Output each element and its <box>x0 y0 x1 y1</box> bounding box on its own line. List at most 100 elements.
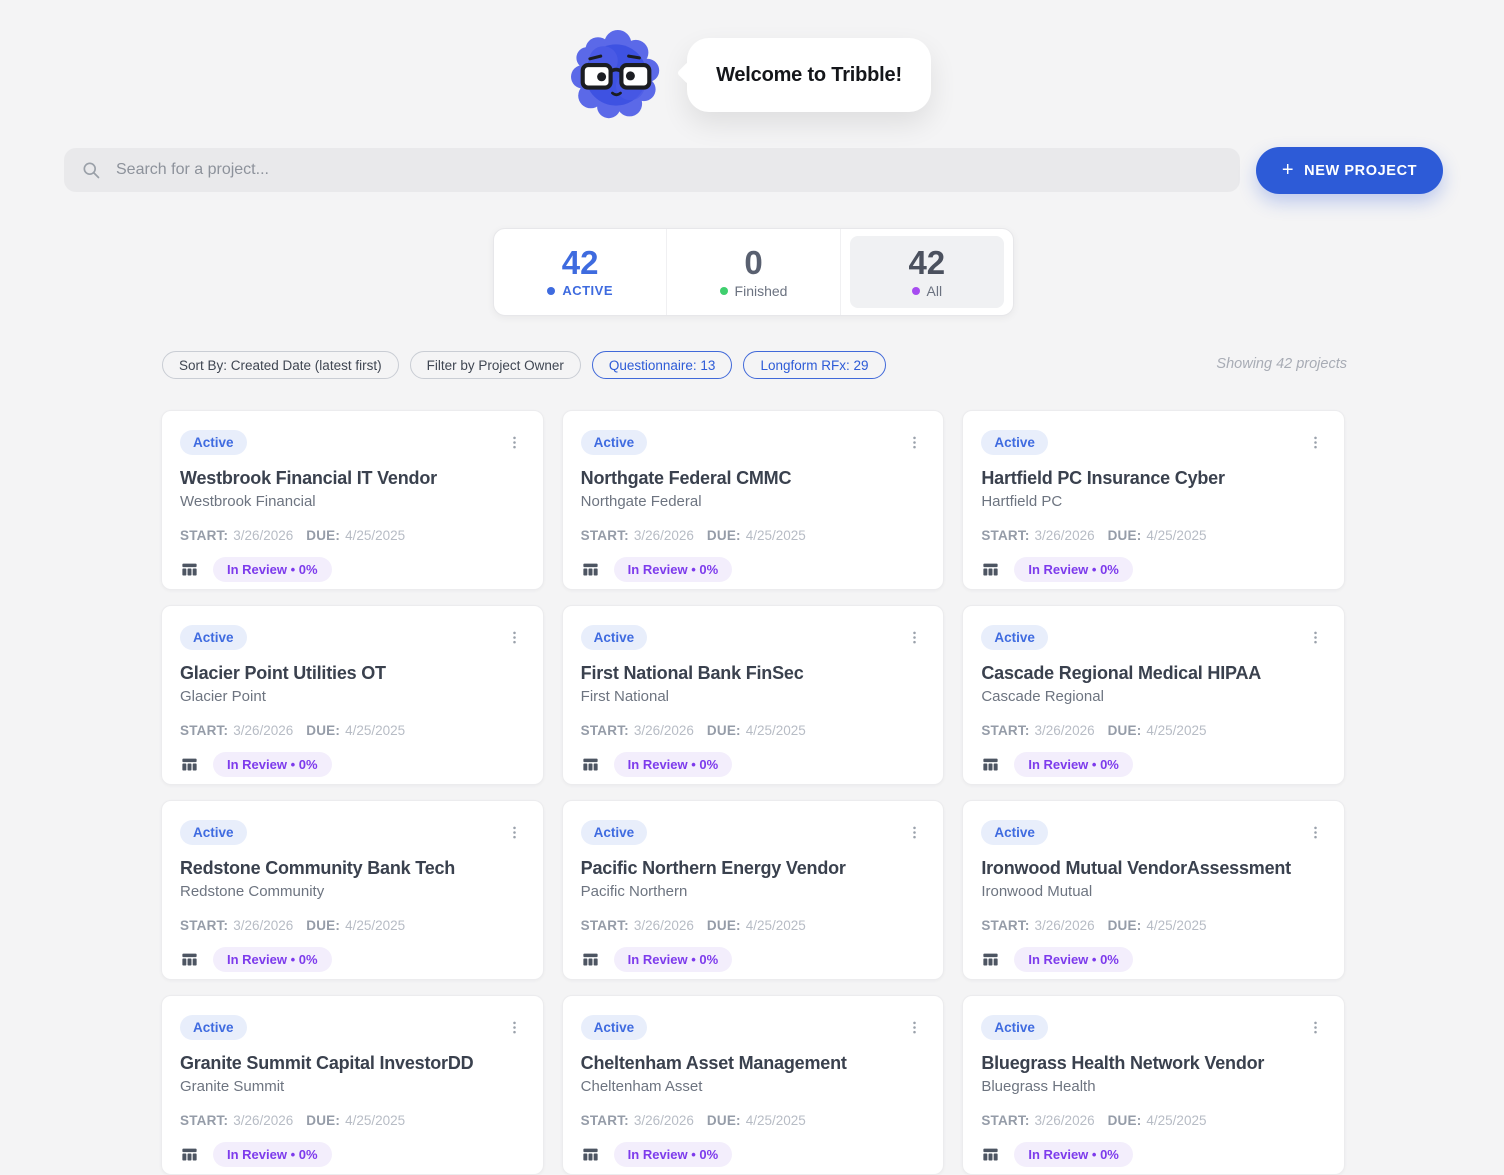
review-progress-pill: In Review • 0% <box>1014 557 1133 582</box>
project-subtitle: Granite Summit <box>180 1078 285 1095</box>
project-card[interactable]: Active Bluegrass Health Network Vendor B… <box>962 995 1345 1175</box>
status-badge: Active <box>580 430 648 455</box>
project-subtitle: Hartfield PC <box>981 493 1063 510</box>
new-project-label: NEW PROJECT <box>1304 162 1418 179</box>
project-card[interactable]: Active Glacier Point Utilities OT Glacie… <box>161 605 544 785</box>
showing-projects-text: Showing 42 projects <box>1216 356 1347 372</box>
due-date: 4/25/2025 <box>1146 1113 1207 1128</box>
new-project-button[interactable]: + NEW PROJECT <box>1256 147 1443 194</box>
table-icon <box>981 1145 1000 1164</box>
stat-all-value: 42 <box>908 243 946 281</box>
card-footer: In Review • 0% <box>581 1142 926 1167</box>
project-dates: START: 3/26/2026 DUE: 4/25/2025 <box>981 918 1326 933</box>
project-title: Pacific Northern Energy Vendor <box>580 858 846 878</box>
project-title: First National Bank FinSec <box>580 663 804 683</box>
project-card[interactable]: Active Redstone Community Bank Tech Reds… <box>161 800 544 980</box>
kebab-menu-icon[interactable] <box>504 432 525 453</box>
project-card[interactable]: Active Northgate Federal CMMC Northgate … <box>561 410 945 590</box>
start-label: START: <box>981 1113 1030 1128</box>
kebab-menu-icon[interactable] <box>904 627 925 648</box>
card-header: Active <box>180 430 525 455</box>
project-card[interactable]: Active Cascade Regional Medical HIPAA Ca… <box>962 605 1345 785</box>
stat-all-label: All <box>926 282 943 299</box>
start-date: 3/26/2026 <box>633 918 694 933</box>
project-card[interactable]: Active Ironwood Mutual VendorAssessment … <box>962 800 1345 980</box>
table-icon <box>180 1145 199 1164</box>
kebab-menu-icon[interactable] <box>1305 432 1326 453</box>
kebab-menu-icon[interactable] <box>504 822 525 843</box>
start-date: 3/26/2026 <box>233 1113 294 1128</box>
kebab-menu-icon[interactable] <box>904 432 925 453</box>
table-icon <box>981 560 1000 579</box>
card-header: Active <box>180 625 525 650</box>
due-label: DUE: <box>1107 723 1142 738</box>
due-label: DUE: <box>1107 1113 1142 1128</box>
review-progress-pill: In Review • 0% <box>613 557 733 582</box>
table-icon <box>180 560 199 579</box>
stat-active[interactable]: 42 ACTIVE <box>494 229 666 315</box>
due-date: 4/25/2025 <box>745 528 806 543</box>
kebab-menu-icon[interactable] <box>904 1017 925 1038</box>
start-label: START: <box>180 723 229 738</box>
longform-rfx-chip[interactable]: Longform RFx: 29 <box>743 351 886 379</box>
card-header: Active <box>580 820 926 845</box>
due-label: DUE: <box>706 723 741 738</box>
project-dates: START: 3/26/2026 DUE: 4/25/2025 <box>180 918 525 933</box>
due-date: 4/25/2025 <box>1146 723 1207 738</box>
review-progress-pill: In Review • 0% <box>1014 1142 1133 1167</box>
stat-finished[interactable]: 0 Finished <box>666 229 839 315</box>
filter-owner-chip[interactable]: Filter by Project Owner <box>409 351 581 379</box>
start-date: 3/26/2026 <box>233 918 294 933</box>
project-title: Bluegrass Health Network Vendor <box>981 1053 1265 1073</box>
kebab-menu-icon[interactable] <box>1305 822 1326 843</box>
card-header: Active <box>981 820 1326 845</box>
questionnaire-chip[interactable]: Questionnaire: 13 <box>591 351 733 379</box>
project-card[interactable]: Active Hartfield PC Insurance Cyber Hart… <box>962 410 1345 590</box>
card-footer: In Review • 0% <box>981 1142 1326 1167</box>
kebab-menu-icon[interactable] <box>504 627 525 648</box>
project-card[interactable]: Active Cheltenham Asset Management Chelt… <box>561 995 945 1175</box>
project-title: Westbrook Financial IT Vendor <box>180 468 437 488</box>
project-title: Granite Summit Capital InvestorDD <box>180 1053 474 1073</box>
search-bar <box>64 148 1240 192</box>
tribble-mascot <box>571 30 661 120</box>
start-label: START: <box>981 723 1030 738</box>
review-progress-pill: In Review • 0% <box>213 752 332 777</box>
review-progress-pill: In Review • 0% <box>1014 752 1133 777</box>
all-dot-icon <box>911 286 920 295</box>
table-icon <box>180 950 199 969</box>
stat-all[interactable]: 42 All <box>839 229 1013 315</box>
card-header: Active <box>580 430 926 455</box>
kebab-menu-icon[interactable] <box>1305 627 1326 648</box>
status-badge: Active <box>580 625 648 650</box>
stat-active-value: 42 <box>561 244 599 281</box>
review-progress-pill: In Review • 0% <box>213 947 332 972</box>
stat-finished-label-row: Finished <box>719 283 787 299</box>
project-subtitle: Westbrook Financial <box>180 493 316 510</box>
table-icon <box>581 755 600 774</box>
filter-chip-row: Sort By: Created Date (latest first) Fil… <box>162 351 886 379</box>
kebab-menu-icon[interactable] <box>504 1017 525 1038</box>
start-date: 3/26/2026 <box>1034 723 1095 738</box>
card-header: Active <box>580 625 926 650</box>
review-progress-pill: In Review • 0% <box>613 752 733 777</box>
project-card[interactable]: Active First National Bank FinSec First … <box>561 605 945 785</box>
project-card[interactable]: Active Granite Summit Capital InvestorDD… <box>161 995 544 1175</box>
project-card[interactable]: Active Pacific Northern Energy Vendor Pa… <box>561 800 945 980</box>
status-badge: Active <box>981 625 1048 650</box>
start-label: START: <box>580 1113 629 1128</box>
project-card[interactable]: Active Westbrook Financial IT Vendor Wes… <box>161 410 544 590</box>
kebab-menu-icon[interactable] <box>904 822 925 843</box>
kebab-menu-icon[interactable] <box>1305 1017 1326 1038</box>
project-dates: START: 3/26/2026 DUE: 4/25/2025 <box>180 723 525 738</box>
start-date: 3/26/2026 <box>1034 528 1095 543</box>
due-date: 4/25/2025 <box>745 918 806 933</box>
card-header: Active <box>981 625 1326 650</box>
sort-by-chip[interactable]: Sort By: Created Date (latest first) <box>162 351 399 379</box>
project-subtitle: Glacier Point <box>180 688 266 705</box>
project-subtitle: First National <box>580 688 670 705</box>
card-footer: In Review • 0% <box>180 947 525 972</box>
card-footer: In Review • 0% <box>180 1142 525 1167</box>
due-date: 4/25/2025 <box>745 723 806 738</box>
search-input[interactable] <box>114 160 1223 180</box>
